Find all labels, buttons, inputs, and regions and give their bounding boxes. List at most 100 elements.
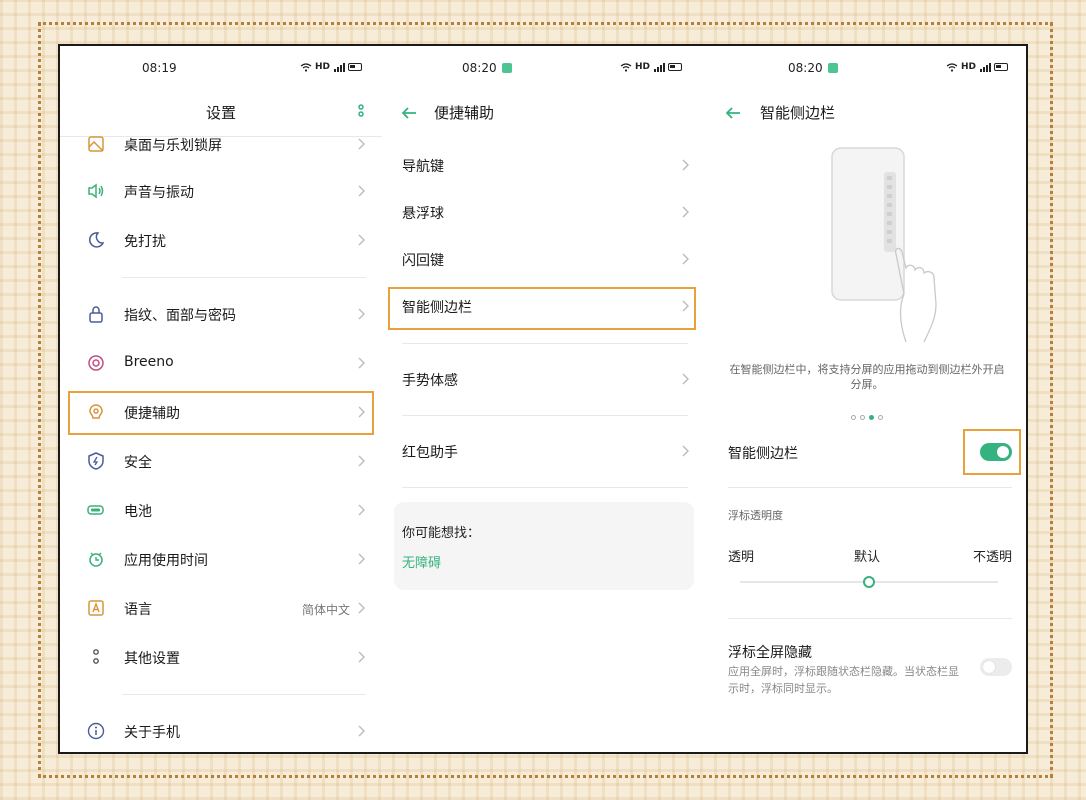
settings-item-about[interactable]: 关于手机 [60,707,382,752]
chevron-right-icon [358,357,365,369]
speaker-icon [88,183,104,199]
menu-item-label: 导航键 [402,159,444,175]
settings-item-label: 指纹、面部与密码 [124,308,236,324]
app-time-icon [89,552,103,567]
language-icon [88,600,104,616]
menu-item-red-packet[interactable]: 红包助手 [382,427,706,475]
status-bar: 08:19 HD [60,61,382,77]
wifi-icon [946,62,958,72]
menu-item-label: 手势体感 [402,373,458,389]
settings-item-label: 免打扰 [124,234,166,250]
page-title: 便捷辅助 [434,104,495,122]
section-divider [122,694,366,695]
settings-item-label: 其他设置 [124,651,180,667]
settings-item-label: 电池 [124,504,152,520]
settings-item-wallpaper[interactable]: 桌面与乐划锁屏 [60,120,382,168]
accessibility-screen: 08:20 HD 便捷辅助 导航键 悬浮球 闪回键 智能侧边栏 手势体感 红包助… [382,46,706,752]
chevron-right-icon [358,308,365,320]
settings-screen: 08:19 HD 设置 桌面与乐划锁屏 声音与振动 免打扰 指纹、面部与密码 B… [60,46,382,752]
chevron-right-icon [682,253,689,265]
settings-item-dnd[interactable]: 免打扰 [60,216,382,264]
smart-sidebar-screen: 08:20 HD 智能侧边栏 在智能侧边栏中，将支持分屏的应用拖动到侧边栏外开启… [706,46,1026,752]
title-bar: 智能侧边栏 [706,102,1026,126]
settings-item-other[interactable]: 其他设置 [60,633,382,681]
moon-icon [88,232,105,248]
signal-icon [980,62,992,72]
menu-item-gestures[interactable]: 手势体感 [382,355,706,403]
opacity-high-label: 不透明 [972,550,1012,565]
feature-description: 在智能侧边栏中，将支持分屏的应用拖动到侧边栏外开启分屏。 [729,363,1005,391]
notification-app-icon [502,63,512,73]
menu-item-floating-ball[interactable]: 悬浮球 [382,188,706,236]
battery-status-icon [994,63,1009,71]
menu-item-label: 红包助手 [402,445,458,461]
settings-item-safety[interactable]: 安全 [60,437,382,485]
settings-item-security-lock[interactable]: 指纹、面部与密码 [60,290,382,338]
title-bar: 便捷辅助 [382,102,706,126]
chevron-right-icon [358,602,365,614]
back-arrow-icon[interactable] [400,104,418,122]
section-divider [728,487,1012,488]
wallpaper-icon [88,136,104,152]
chevron-right-icon [358,185,365,197]
chevron-right-icon [358,455,365,467]
fullscreen-hide-title: 浮标全屏隐藏 [728,645,812,661]
screenshot-frame: 08:19 HD 设置 桌面与乐划锁屏 声音与振动 免打扰 指纹、面部与密码 B… [58,44,1028,754]
settings-item-battery[interactable]: 电池 [60,486,382,534]
section-divider [402,487,688,488]
status-bar: 08:20 HD [706,61,1026,77]
section-divider [728,618,1012,619]
page-dot [878,415,883,420]
chevron-right-icon [358,504,365,516]
wifi-icon [620,62,632,72]
highlight-box [963,429,1021,475]
toggle-knob [983,661,995,673]
shield-icon [88,452,104,470]
settings-item-label: 桌面与乐划锁屏 [124,138,222,154]
settings-item-app-time[interactable]: 应用使用时间 [60,535,382,583]
status-time: 08:19 [142,61,177,75]
back-arrow-icon[interactable] [724,104,742,122]
chevron-right-icon [358,725,365,737]
more-options-icon[interactable] [358,104,364,120]
more-settings-icon [93,649,99,664]
chevron-right-icon [358,553,365,565]
info-icon [87,722,105,740]
opacity-section-title: 浮标透明度 [728,509,783,522]
chevron-right-icon [358,651,365,663]
settings-item-breeno[interactable]: Breeno [60,339,382,387]
highlight-box [388,287,696,330]
network-label: HD [315,62,331,72]
opacity-slider-track[interactable] [740,576,998,588]
battery-icon [87,505,104,515]
settings-item-sound[interactable]: 声音与振动 [60,167,382,215]
lock-icon [89,306,103,323]
network-label: HD [635,62,651,72]
breeno-icon [88,355,104,371]
status-icons: HD [300,62,363,72]
status-time: 08:20 [462,61,497,75]
menu-item-flashback-key[interactable]: 闪回键 [382,235,706,283]
page-indicator [706,415,1026,420]
battery-status-icon [668,63,683,71]
menu-item-nav-keys[interactable]: 导航键 [382,141,706,189]
section-divider [402,415,688,416]
settings-item-label: 安全 [124,455,152,471]
status-icons: HD [946,62,1009,72]
opacity-slider-thumb[interactable] [863,576,875,588]
language-value: 简体中文 [301,603,350,617]
chevron-right-icon [682,445,689,457]
section-divider [122,277,366,278]
settings-item-label: 声音与振动 [124,185,194,201]
network-label: HD [961,62,977,72]
notification-app-icon [828,63,838,73]
settings-item-label: 关于手机 [124,725,180,741]
fullscreen-hide-toggle[interactable] [980,658,1012,676]
wifi-icon [300,62,312,72]
settings-item-language[interactable]: 语言 简体中文 [60,584,382,632]
settings-item-label: 语言 [124,602,152,618]
page-dot [860,415,865,420]
accessibility-link[interactable]: 无障碍 [402,552,441,571]
section-divider [402,343,688,344]
battery-status-icon [348,63,363,71]
